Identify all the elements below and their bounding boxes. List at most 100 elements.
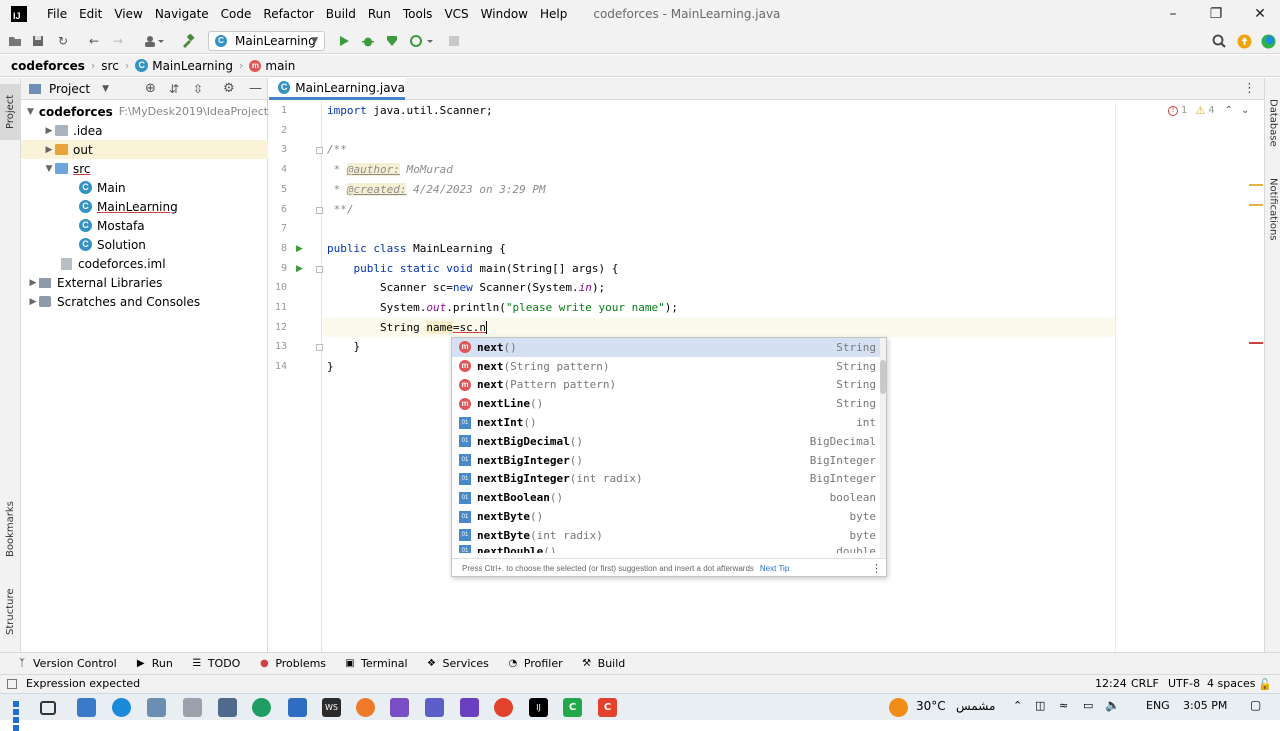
run-gutter-icon[interactable]: ▶ xyxy=(296,244,303,254)
calculator-icon[interactable] xyxy=(183,698,202,717)
intellij-logo-icon[interactable]: IJ xyxy=(11,6,27,22)
problems-tool[interactable]: ● Problems xyxy=(258,657,326,670)
services-tool[interactable]: ❖ Services xyxy=(426,657,489,670)
hide-panel-icon[interactable]: — xyxy=(249,81,262,96)
chrome-icon[interactable] xyxy=(494,698,513,717)
completion-item[interactable]: m next() String xyxy=(452,338,880,357)
explorer-icon[interactable] xyxy=(77,698,96,717)
menu-window[interactable]: Window xyxy=(475,7,534,21)
completion-item[interactable]: 01 nextBigDecimal() BigDecimal xyxy=(452,432,880,451)
app-icon[interactable] xyxy=(252,698,271,717)
chevron-right-icon[interactable]: ▶ xyxy=(43,145,55,155)
more-options-icon[interactable]: ⋮ xyxy=(871,562,882,575)
notification-center-icon[interactable]: ▢ xyxy=(1250,698,1261,712)
menu-help[interactable]: Help xyxy=(534,7,573,21)
chevron-down-icon[interactable]: ▼ xyxy=(27,107,34,117)
completion-item[interactable]: 01 nextBigInteger (int radix) BigInteger xyxy=(452,470,880,489)
minimize-button[interactable]: – xyxy=(1150,0,1196,28)
coverage-icon[interactable] xyxy=(384,33,400,49)
breadcrumb-class[interactable]: C MainLearning xyxy=(135,59,233,73)
chevron-right-icon[interactable]: ▶ xyxy=(27,297,39,307)
open-folder-icon[interactable] xyxy=(7,33,23,49)
intellij-icon[interactable]: IJ xyxy=(529,698,548,717)
tree-item-main[interactable]: C Main xyxy=(21,178,268,197)
tree-item-mainlearning[interactable]: C MainLearning xyxy=(21,197,268,216)
completion-item[interactable]: 01 nextBoolean() boolean xyxy=(452,488,880,507)
indent-setting[interactable]: 4 spaces xyxy=(1207,677,1256,690)
completion-item[interactable]: 01 nextByte (int radix) byte xyxy=(452,526,880,545)
gear-icon[interactable]: ⚙ xyxy=(223,81,235,96)
profile-dropdown-icon[interactable] xyxy=(408,33,436,49)
forward-arrow-icon[interactable]: → xyxy=(110,33,126,49)
menu-refactor[interactable]: Refactor xyxy=(257,7,319,21)
maximize-button[interactable]: ❐ xyxy=(1193,0,1239,28)
clion-icon[interactable]: C xyxy=(563,698,582,717)
chevron-up-icon[interactable]: ⌃ xyxy=(1013,699,1022,712)
menu-edit[interactable]: Edit xyxy=(73,7,108,21)
completion-item[interactable]: 01 nextInt() int xyxy=(452,413,880,432)
update-icon[interactable] xyxy=(1236,33,1252,49)
start-icon[interactable] xyxy=(10,698,29,731)
chevron-up-icon[interactable]: ⌃ xyxy=(1225,105,1233,116)
tree-item-out[interactable]: ▶ out xyxy=(21,140,268,159)
completion-item[interactable]: 01 nextDouble() double xyxy=(452,544,880,553)
teams-icon[interactable] xyxy=(425,698,444,717)
layout-toggle-icon[interactable] xyxy=(7,679,17,689)
menu-vcs[interactable]: VCS xyxy=(438,7,474,21)
tree-item-iml[interactable]: codeforces.iml xyxy=(21,254,268,273)
jetbrains-toolbox-icon[interactable] xyxy=(1260,33,1276,49)
project-side-tab[interactable]: Project xyxy=(0,84,21,140)
tree-item-idea[interactable]: ▶ .idea xyxy=(21,121,268,140)
next-tip-link[interactable]: Next Tip xyxy=(760,564,789,573)
menu-run[interactable]: Run xyxy=(362,7,397,21)
wifi-icon[interactable]: ≈ xyxy=(1059,699,1068,712)
run-gutter-icon[interactable]: ▶ xyxy=(296,264,303,274)
app-icon[interactable] xyxy=(218,698,237,717)
weather-icon[interactable] xyxy=(889,698,908,717)
menu-tools[interactable]: Tools xyxy=(397,7,439,21)
volume-icon[interactable]: 🔈 xyxy=(1105,698,1120,712)
project-panel-title[interactable]: Project xyxy=(49,82,90,96)
breadcrumb-src[interactable]: src xyxy=(101,59,119,73)
completion-item[interactable]: m next (Pattern pattern) String xyxy=(452,376,880,395)
line-separator[interactable]: CRLF xyxy=(1131,677,1159,690)
chevron-right-icon[interactable]: ▶ xyxy=(43,126,55,136)
menu-file[interactable]: File xyxy=(41,7,73,21)
build-hammer-icon[interactable] xyxy=(180,33,196,49)
expand-all-icon[interactable]: ⇵ xyxy=(169,82,179,96)
notifications-side-tab[interactable]: Notifications xyxy=(1265,174,1280,244)
edge-icon[interactable] xyxy=(112,698,131,717)
database-side-tab[interactable]: Database xyxy=(1265,98,1280,148)
chevron-down-icon[interactable]: ▼ xyxy=(102,84,109,94)
completion-item[interactable]: m next (String pattern) String xyxy=(452,357,880,376)
popup-scrollbar[interactable] xyxy=(880,338,886,558)
run-configuration-select[interactable]: C MainLearning ▼ xyxy=(208,31,325,51)
menu-view[interactable]: View xyxy=(108,7,148,21)
tab-mainlearning-java[interactable]: C MainLearning.java xyxy=(269,78,405,100)
todo-tool[interactable]: ☰ TODO xyxy=(191,657,240,670)
app-icon[interactable] xyxy=(288,698,307,717)
version-control-tool[interactable]: ᛉ Version Control xyxy=(16,657,117,670)
webstorm-icon[interactable]: WS xyxy=(322,698,341,717)
back-arrow-icon[interactable]: ← xyxy=(86,33,102,49)
app-icon[interactable] xyxy=(460,698,479,717)
locate-icon[interactable]: ⊕ xyxy=(145,81,156,96)
error-marker[interactable] xyxy=(1249,342,1263,344)
file-encoding[interactable]: UTF-8 xyxy=(1168,677,1200,690)
collapse-all-icon[interactable]: ⇳ xyxy=(193,82,203,96)
fold-icon[interactable] xyxy=(316,207,323,214)
fold-icon[interactable] xyxy=(316,344,323,351)
more-options-icon[interactable]: ⋮ xyxy=(1243,81,1256,96)
language-indicator[interactable]: ENG xyxy=(1146,699,1170,712)
breadcrumb-project[interactable]: codeforces xyxy=(11,59,85,73)
tree-item-src[interactable]: ▼ src xyxy=(21,159,268,178)
tree-item-external-libraries[interactable]: ▶ External Libraries xyxy=(21,273,268,292)
menu-build[interactable]: Build xyxy=(320,7,362,21)
run-icon[interactable] xyxy=(336,33,352,49)
debug-icon[interactable] xyxy=(360,33,376,49)
scrollbar-thumb[interactable] xyxy=(880,360,886,394)
app-icon[interactable] xyxy=(356,698,375,717)
sync-icon[interactable]: ↻ xyxy=(55,33,71,49)
search-icon[interactable] xyxy=(1211,33,1227,49)
menu-navigate[interactable]: Navigate xyxy=(149,7,215,21)
